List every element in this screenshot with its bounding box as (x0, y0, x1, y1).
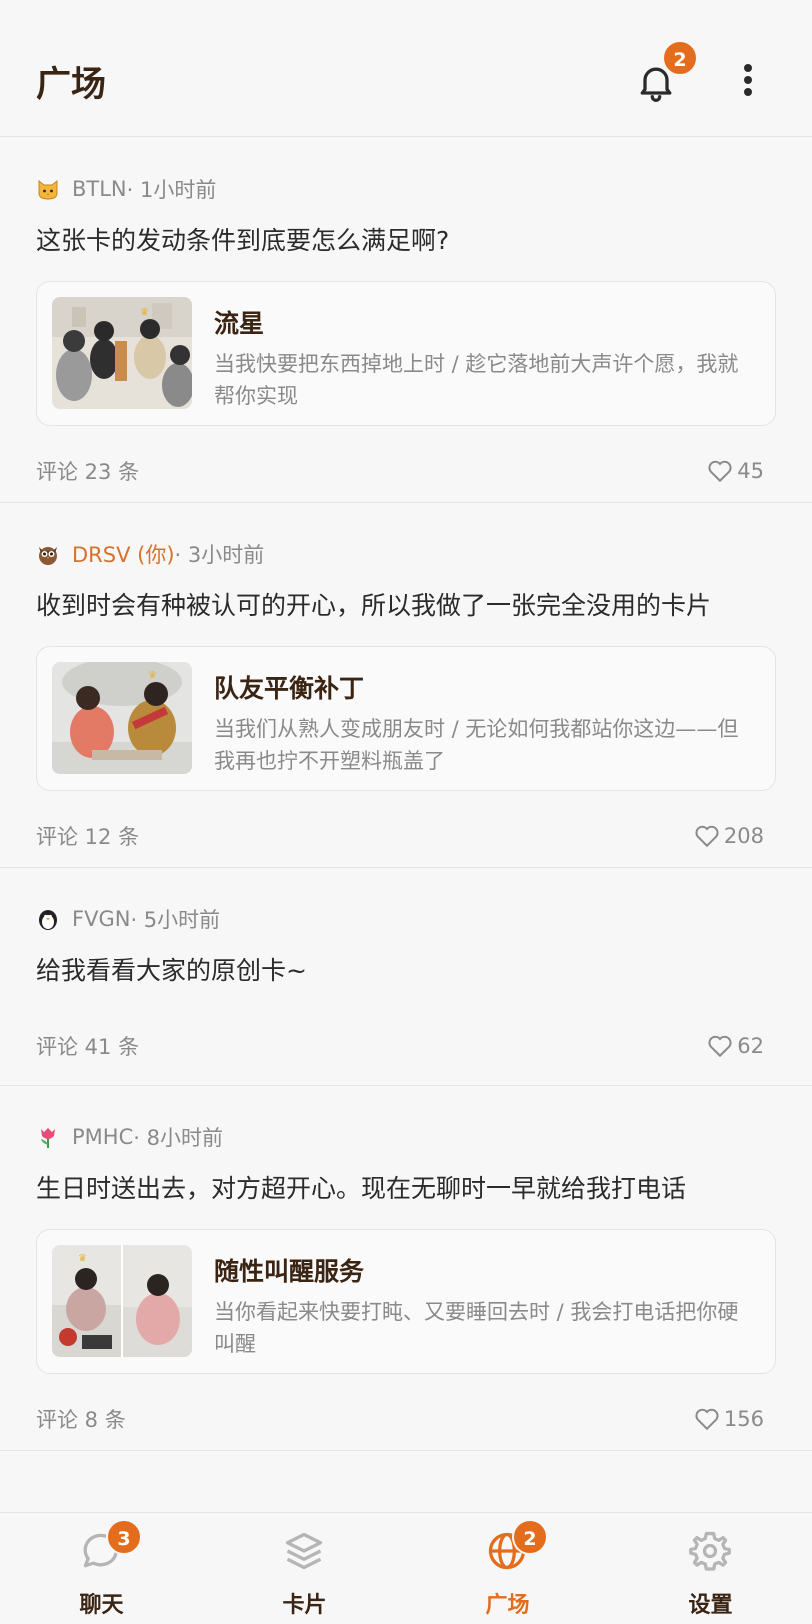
heart-icon (695, 1408, 719, 1431)
post-meta: BTLN · 1小时前 (36, 174, 216, 204)
nav-item-chat[interactable]: 3 聊天 (0, 1513, 203, 1624)
feed: BTLN · 1小时前 这张卡的发动条件到底要怎么满足啊? ♛ 流星 当我快要把… (0, 138, 812, 1451)
like-button[interactable]: 156 (694, 1407, 764, 1431)
like-count: 156 (723, 1407, 764, 1431)
nav-label: 设置 (688, 1593, 733, 1618)
notification-badge: 2 (662, 40, 698, 76)
chat-badge: 3 (106, 1519, 142, 1555)
post-author[interactable]: DRSV (你) (72, 539, 175, 569)
comments-link[interactable]: 评论 12 条 (36, 821, 139, 851)
heart-icon (708, 1035, 732, 1058)
nav-item-plaza[interactable]: 2 广场 (406, 1513, 609, 1624)
post-item[interactable]: FVGN · 5小时前 给我看看大家的原创卡~ 评论 41 条 62 (0, 868, 812, 1086)
page-title: 广场 (36, 65, 107, 105)
notifications-button[interactable]: 2 (630, 40, 698, 106)
post-item[interactable]: DRSV (你) · 3小时前 收到时会有种被认可的开心，所以我做了一张完全没用… (0, 503, 812, 868)
nav-label: 卡片 (282, 1593, 327, 1618)
like-count: 62 (737, 1034, 764, 1058)
svg-text:♛: ♛ (140, 307, 149, 318)
nav-item-cards[interactable]: 卡片 (203, 1513, 406, 1624)
bottom-nav: 3 聊天 卡片 2 广场 设置 (0, 1512, 812, 1624)
card-thumbnail: ♛ (52, 662, 192, 774)
card-preview[interactable]: ♛ 随性叫醒服务 当你看起来快要打盹、又要睡回去时 / 我会打电话把你硬叫醒 (36, 1229, 776, 1374)
post-footer: 评论 12 条 208 (36, 821, 764, 851)
heart-icon (695, 825, 719, 848)
post-text: 这张卡的发动条件到底要怎么满足啊? (36, 226, 450, 255)
card-preview[interactable]: ♛ 流星 当我快要把东西掉地上时 / 趁它落地前大声许个愿，我就帮你实现 (36, 281, 776, 426)
post-author[interactable]: BTLN (72, 177, 127, 201)
post-time: · 1小时前 (126, 178, 217, 202)
card-description: 当我们从熟人变成朋友时 / 无论如何我都站你这边——但我再也拧不开塑料瓶盖了 (214, 717, 739, 773)
post-footer: 评论 23 条 45 (36, 456, 764, 486)
more-dot (744, 88, 752, 96)
card-thumbnail: ♛ (52, 1245, 192, 1357)
post-meta: DRSV (你) · 3小时前 (36, 539, 264, 569)
card-description: 当你看起来快要打盹、又要睡回去时 / 我会打电话把你硬叫醒 (214, 1300, 739, 1356)
more-menu-button[interactable] (734, 60, 764, 100)
gear-icon (689, 1531, 731, 1571)
nav-item-settings[interactable]: 设置 (609, 1513, 812, 1624)
post-meta: PMHC · 8小时前 (36, 1122, 223, 1152)
card-preview[interactable]: ♛ 队友平衡补丁 当我们从熟人变成朋友时 / 无论如何我都站你这边——但我再也拧… (36, 646, 776, 791)
post-item[interactable]: BTLN · 1小时前 这张卡的发动条件到底要怎么满足啊? ♛ 流星 当我快要把… (0, 138, 812, 503)
nav-label: 广场 (485, 1593, 530, 1618)
plaza-badge: 2 (512, 1519, 548, 1555)
post-item[interactable]: PMHC · 8小时前 生日时送出去，对方超开心。现在无聊时一早就给我打电话 ♛… (0, 1086, 812, 1451)
like-button[interactable]: 62 (707, 1034, 764, 1058)
card-thumbnail: ♛ (52, 297, 192, 409)
penguin-emoji-icon (39, 910, 57, 930)
nav-label: 聊天 (79, 1593, 124, 1618)
post-time: · 3小时前 (174, 543, 265, 567)
layers-icon (285, 1532, 323, 1570)
like-button[interactable]: 208 (694, 824, 764, 848)
tulip-emoji-icon (41, 1128, 55, 1148)
comments-link[interactable]: 评论 41 条 (36, 1031, 139, 1061)
post-time: · 5小时前 (130, 908, 221, 932)
heart-icon (708, 460, 732, 483)
post-text: 收到时会有种被认可的开心，所以我做了一张完全没用的卡片 (36, 591, 712, 620)
like-count: 208 (723, 824, 764, 848)
post-author[interactable]: FVGN (72, 907, 130, 931)
post-text: 生日时送出去，对方超开心。现在无聊时一早就给我打电话 (36, 1174, 687, 1203)
owl-emoji-icon (39, 547, 57, 565)
svg-text:♛: ♛ (78, 1253, 87, 1264)
post-author[interactable]: PMHC (72, 1125, 133, 1149)
like-button[interactable]: 45 (707, 459, 764, 483)
more-vertical-icon (744, 64, 752, 72)
card-title: 流星 (214, 309, 265, 338)
card-description: 当我快要把东西掉地上时 / 趁它落地前大声许个愿，我就帮你实现 (214, 352, 739, 408)
card-title: 随性叫醒服务 (214, 1257, 365, 1286)
comments-link[interactable]: 评论 23 条 (36, 456, 139, 486)
post-footer: 评论 41 条 62 (36, 1031, 764, 1061)
app-root: 广场 2 BTLN · 1小时前 这张卡的发动条件到底要怎么满足啊? ♛ 流星 … (0, 0, 812, 1624)
top-bar: 广场 2 (0, 0, 812, 137)
comments-link[interactable]: 评论 8 条 (36, 1404, 126, 1434)
post-footer: 评论 8 条 156 (36, 1404, 764, 1434)
cat-emoji-icon (38, 179, 58, 200)
post-meta: FVGN · 5小时前 (36, 904, 220, 934)
card-title: 队友平衡补丁 (214, 674, 365, 703)
post-text: 给我看看大家的原创卡~ (36, 956, 307, 985)
post-time: · 8小时前 (133, 1126, 223, 1150)
like-count: 45 (737, 459, 764, 483)
svg-text:♛: ♛ (148, 670, 157, 681)
more-dot (744, 76, 752, 84)
